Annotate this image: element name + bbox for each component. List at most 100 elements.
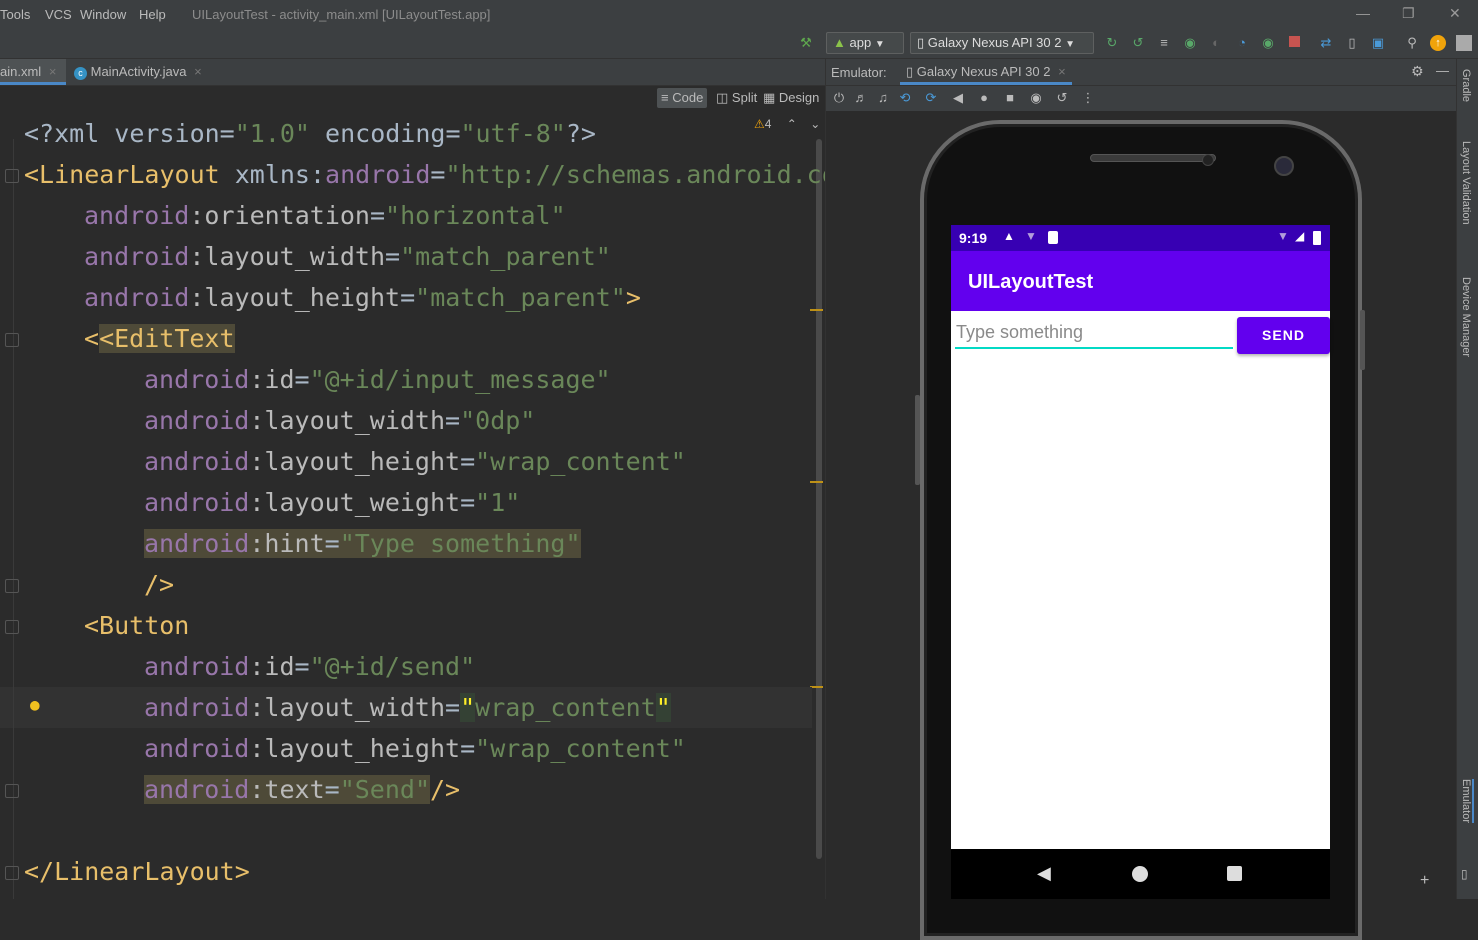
logcat-icon[interactable]: ≡ <box>1156 35 1172 51</box>
sdk-manager-icon[interactable]: ▣ <box>1370 35 1386 51</box>
code-line-14: android:id="@+id/send" <box>24 646 475 687</box>
design-mode-button[interactable]: ▦ Design <box>763 90 819 106</box>
rotate-left-icon[interactable]: ⟲ <box>897 90 913 106</box>
equals: = <box>445 406 461 435</box>
apply-changes-icon[interactable]: ↻ <box>1104 35 1120 51</box>
build-hammer-icon[interactable]: ⚒ <box>798 35 814 51</box>
volume-side-button[interactable] <box>915 395 920 485</box>
menu-vcs[interactable]: VCS <box>45 7 72 22</box>
rotate-right-icon[interactable]: ⟳ <box>923 90 939 106</box>
apply-code-changes-icon[interactable]: ↺ <box>1130 35 1146 51</box>
next-highlight-icon[interactable]: ⌄ <box>810 117 820 131</box>
code-line-17: android:text="Send"/> <box>24 769 460 810</box>
send-button[interactable]: SEND <box>1237 317 1330 354</box>
home-icon[interactable]: ● <box>976 90 992 106</box>
attach-debugger-icon[interactable]: ◐ <box>1208 35 1224 51</box>
sync-gradle-icon[interactable]: ⇄ <box>1318 35 1334 51</box>
tool-window-layout-validation[interactable]: Layout Validation <box>1460 141 1472 225</box>
attr-name: :orientation <box>189 201 370 230</box>
device-screen: 9:19 ▲ ▼ ▼ ◢ UILayoutTest Type something… <box>951 225 1330 899</box>
power-side-button[interactable] <box>1360 310 1365 370</box>
notification-icon: ▲ <box>1003 229 1015 243</box>
attr-value: "utf-8" <box>460 119 566 148</box>
previous-highlight-icon[interactable]: ⌃ <box>787 117 797 131</box>
tool-window-gradle[interactable]: Gradle <box>1460 69 1472 102</box>
menu-tools[interactable]: Tools <box>0 7 30 22</box>
device-label: Galaxy Nexus API 30 2 <box>927 35 1062 50</box>
tab-activity-main-xml[interactable]: ain.xml × <box>0 59 66 85</box>
message-input[interactable]: Type something <box>955 317 1233 349</box>
fold-icon[interactable] <box>5 866 19 880</box>
editor-scrollbar[interactable] <box>816 139 822 859</box>
warning-stripe[interactable] <box>810 309 823 311</box>
hide-panel-icon[interactable]: — <box>1436 63 1449 78</box>
android-icon: ▲ <box>833 35 846 50</box>
tool-window-device-manager[interactable]: Device Manager <box>1460 277 1472 357</box>
more-icon[interactable]: ⋮ <box>1080 90 1096 106</box>
emulator-header: Emulator: ▯ Galaxy Nexus API 30 2 × ⚙ — <box>826 59 1456 86</box>
tool-window-more-icon[interactable]: ▯ <box>1461 867 1468 881</box>
profiler-icon[interactable]: ◔ <box>1234 35 1250 51</box>
tab-main-activity-java[interactable]: c MainActivity.java × <box>74 59 202 85</box>
close-icon[interactable]: × <box>49 64 57 79</box>
code-mode-button[interactable]: ≡ Code <box>657 88 708 108</box>
snapshot-icon[interactable]: ↺ <box>1054 90 1070 106</box>
screenshot-icon[interactable]: ◉ <box>1028 90 1044 106</box>
menu-bar: Tools VCS Window Help UILayoutTest - act… <box>0 0 1478 28</box>
search-icon[interactable]: ⚲ <box>1404 35 1420 51</box>
code-line-1: <?xml version="1.0" encoding="utf-8"?> <box>24 113 596 154</box>
nav-back-icon[interactable]: ◀ <box>1037 863 1051 884</box>
attr-name: :hint <box>249 529 325 558</box>
code-line-16: android:layout_height="wrap_content" <box>24 728 686 769</box>
fold-icon[interactable] <box>5 784 19 798</box>
nav-home-icon[interactable] <box>1132 866 1148 882</box>
nav-recents-icon[interactable] <box>1227 866 1242 881</box>
gear-icon[interactable]: ⚙ <box>1411 63 1424 80</box>
stop-icon[interactable] <box>1286 35 1302 51</box>
fold-icon[interactable] <box>5 579 19 593</box>
tool-window-emulator[interactable]: Emulator <box>1460 779 1474 824</box>
debug-process-icon[interactable]: ◉ <box>1260 35 1276 51</box>
account-icon[interactable] <box>1456 35 1472 51</box>
right-tool-strip: Gradle Layout Validation Device Manager … <box>1456 59 1478 899</box>
fold-icon[interactable] <box>5 333 19 347</box>
add-icon[interactable]: + <box>1420 872 1429 890</box>
code-line-6: <<EditText <box>24 318 235 359</box>
namespace: android <box>144 734 250 763</box>
attr-name: :id <box>249 365 295 394</box>
power-icon[interactable]: ⏻ <box>831 90 847 106</box>
namespace: android <box>84 201 190 230</box>
back-icon[interactable]: ◀ <box>950 90 966 106</box>
fold-icon[interactable] <box>5 620 19 634</box>
signal-icon: ◢ <box>1295 229 1305 243</box>
close-icon[interactable]: × <box>194 64 202 79</box>
equals: = <box>460 734 476 763</box>
inspection-widget[interactable]: ⚠4 ⌃ ⌄ <box>754 117 820 131</box>
device-select[interactable]: ▯ Galaxy Nexus API 30 2 ▼ <box>910 32 1094 54</box>
matched-quote: " <box>460 693 476 722</box>
restore-icon[interactable]: ❐ <box>1402 5 1415 22</box>
volume-up-icon[interactable]: ♬ <box>853 90 869 106</box>
menu-help[interactable]: Help <box>139 7 166 22</box>
window-title: UILayoutTest - activity_main.xml [UILayo… <box>192 7 491 22</box>
menu-window[interactable]: Window <box>80 7 126 22</box>
update-icon[interactable]: ↑ <box>1430 35 1446 51</box>
volume-down-icon[interactable]: ♫ <box>875 90 891 106</box>
minimize-icon[interactable]: — <box>1356 5 1370 21</box>
tab-emulator-device[interactable]: ▯ Galaxy Nexus API 30 2 × <box>900 59 1072 85</box>
device-manager-icon[interactable]: ▯ <box>1344 35 1360 51</box>
overview-icon[interactable]: ■ <box>1002 90 1018 106</box>
tab-label: ain.xml <box>0 64 42 79</box>
attr-name: :layout_width <box>249 406 446 435</box>
debug-icon[interactable]: ◉ <box>1182 35 1198 51</box>
close-icon[interactable]: × <box>1058 64 1066 79</box>
run-config-select[interactable]: ▲ app ▼ <box>826 32 904 54</box>
code-editor[interactable]: ⚠4 ⌃ ⌄ ● <?xml version="1.0" encoding="u… <box>0 111 825 899</box>
namespace: android <box>144 775 250 804</box>
fold-icon[interactable] <box>5 169 19 183</box>
warning-stripe[interactable] <box>810 481 823 483</box>
split-mode-button[interactable]: ◫ Split <box>716 90 757 106</box>
xml-prolog: <?xml version= <box>24 119 235 148</box>
attr-name: :layout_height <box>189 283 401 312</box>
close-window-icon[interactable]: ✕ <box>1449 5 1461 22</box>
